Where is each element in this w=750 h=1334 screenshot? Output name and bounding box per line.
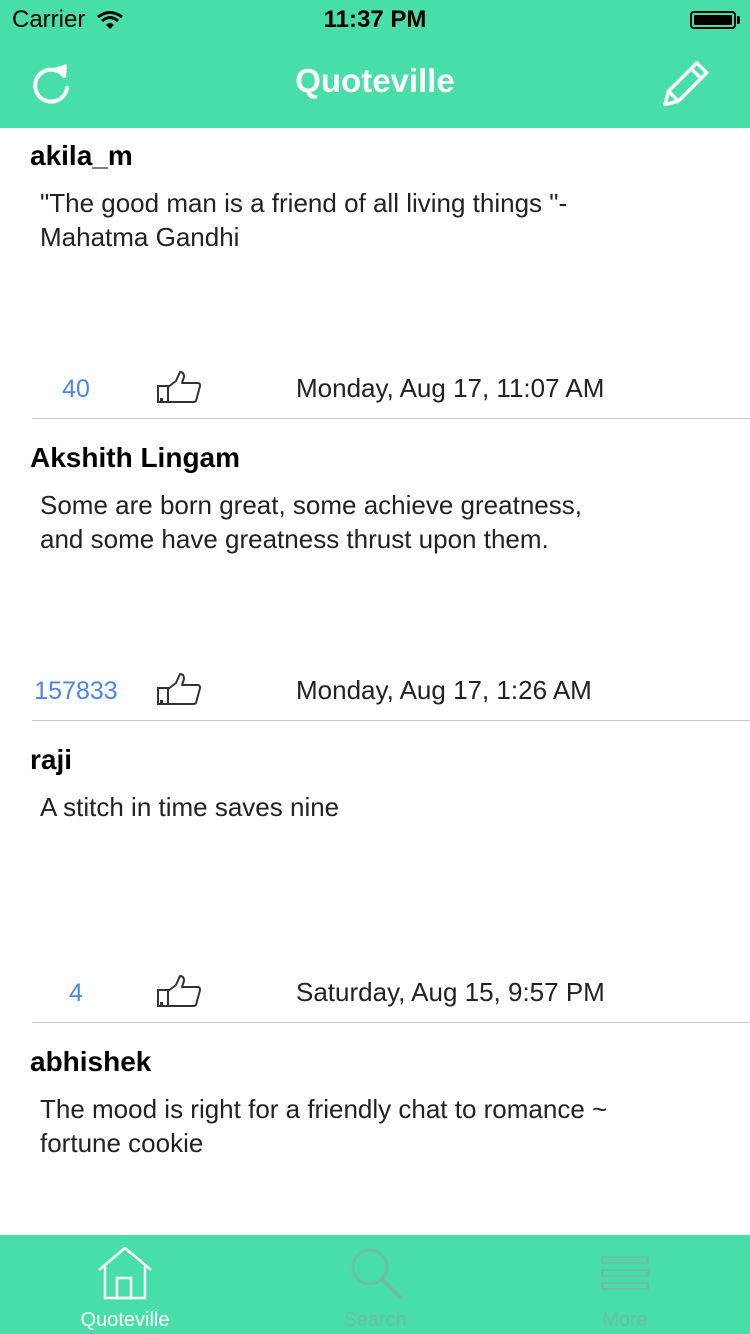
quote-card[interactable]: Akshith Lingam Some are born great, some… bbox=[0, 430, 750, 732]
tab-quoteville[interactable]: Quoteville bbox=[0, 1235, 250, 1334]
home-icon bbox=[98, 1246, 152, 1300]
post-quote: A stitch in time saves nine bbox=[40, 792, 340, 822]
post-date: Monday, Aug 17, 1:26 AM bbox=[296, 675, 592, 705]
tab-more[interactable]: More bbox=[500, 1235, 750, 1334]
post-username[interactable]: Akshith Lingam bbox=[30, 442, 240, 474]
tab-search[interactable]: Search bbox=[250, 1235, 500, 1334]
pencil-icon bbox=[663, 61, 709, 107]
menu-icon bbox=[601, 1256, 649, 1290]
like-count: 4 bbox=[69, 979, 83, 1007]
quote-card[interactable]: raji A stitch in time saves nine 4 Satur… bbox=[0, 732, 750, 1034]
divider bbox=[32, 418, 750, 419]
tab-bar: Quoteville Search More bbox=[0, 1235, 750, 1334]
quote-feed[interactable]: akila_m "The good man is a friend of all… bbox=[0, 128, 750, 1234]
quote-card[interactable]: akila_m "The good man is a friend of all… bbox=[0, 128, 750, 430]
post-username[interactable]: abhishek bbox=[30, 1046, 151, 1078]
post-date: Saturday, Aug 15, 9:57 PM bbox=[296, 977, 605, 1007]
post-username[interactable]: raji bbox=[30, 744, 72, 776]
compose-button[interactable] bbox=[660, 54, 718, 110]
thumbs-up-icon[interactable] bbox=[156, 672, 202, 706]
status-time: 11:37 PM bbox=[323, 6, 427, 33]
divider bbox=[32, 1022, 750, 1023]
tab-label: Quoteville bbox=[80, 1309, 170, 1331]
like-count: 40 bbox=[62, 375, 90, 403]
tab-label: More bbox=[602, 1309, 648, 1331]
post-quote: The mood is right for a friendly chat to… bbox=[40, 1094, 608, 1158]
post-date: Monday, Aug 17, 11:07 AM bbox=[296, 373, 605, 403]
thumbs-up-icon[interactable] bbox=[156, 370, 202, 404]
divider bbox=[32, 720, 750, 721]
page-title: Quoteville bbox=[295, 62, 455, 99]
top-bar: Carrier 11:37 PM Quoteville bbox=[0, 0, 750, 128]
battery-tip bbox=[737, 16, 740, 24]
tab-label: Search bbox=[343, 1309, 407, 1331]
like-count: 157833 bbox=[34, 677, 118, 705]
post-quote: "The good man is a friend of all living … bbox=[40, 188, 568, 252]
quote-card[interactable]: abhishek The mood is right for a friendl… bbox=[0, 1034, 750, 1234]
battery-icon bbox=[690, 11, 736, 29]
search-icon bbox=[351, 1248, 402, 1299]
post-quote: Some are born great, some achieve greatn… bbox=[40, 490, 582, 554]
post-username[interactable]: akila_m bbox=[30, 140, 133, 172]
thumbs-up-icon[interactable] bbox=[156, 974, 202, 1008]
